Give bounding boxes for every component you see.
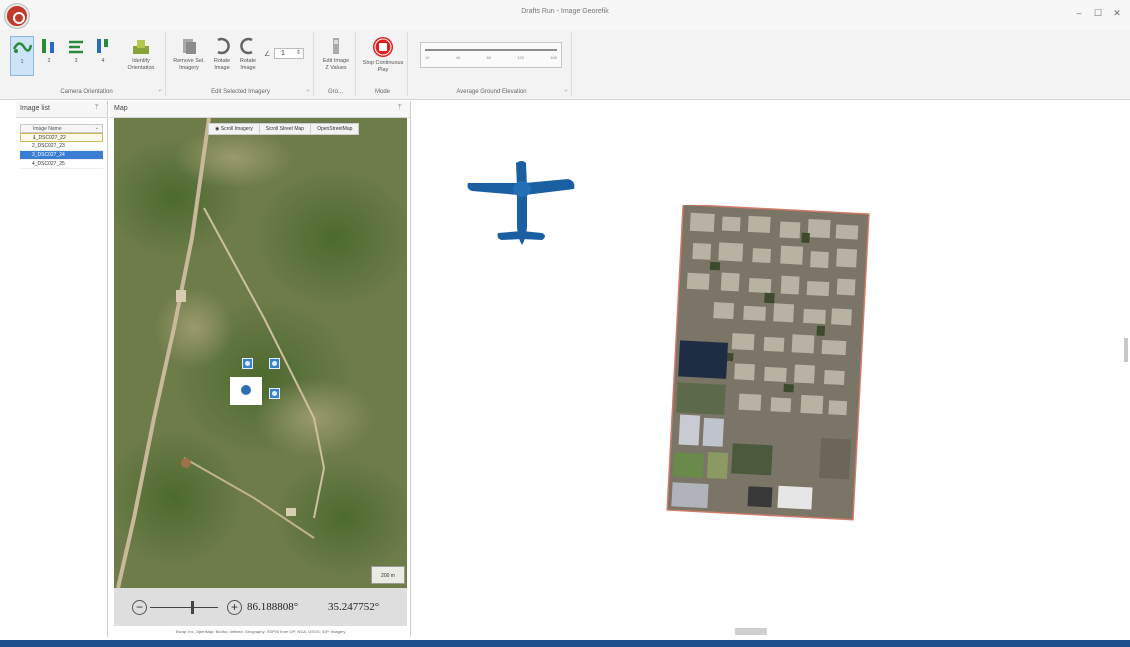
elevation-track[interactable] <box>425 49 557 51</box>
list-item[interactable]: 2_DSC027_23 <box>20 142 103 151</box>
vertical-scrollbar-thumb[interactable] <box>1124 338 1128 362</box>
zoom-in-button[interactable]: + <box>227 600 242 615</box>
group-label-ground: Gro... <box>327 89 343 95</box>
group-label-elevation: Average Ground Elevation <box>456 89 527 95</box>
identify-orientation-icon <box>133 40 149 54</box>
edit-z-values-button[interactable]: Edit Image Z Values <box>318 36 354 72</box>
map-toolbar: ◉ Scroll Imagery Scroll Street Map OpenS… <box>208 123 360 135</box>
stop-continuous-play-button[interactable]: Stop Continuous Play <box>360 36 406 74</box>
rotate-right-icon <box>240 37 253 55</box>
group-launcher-icon[interactable]: ⌐ <box>158 88 162 94</box>
orientation-1-icon <box>12 42 32 53</box>
edit-z-values-icon <box>333 38 339 54</box>
zoom-slider[interactable] <box>150 607 218 608</box>
group-camera-orientation: 1 2 3 4 Identify Orientation Camera Orie… <box>8 32 166 96</box>
orientation-4-button[interactable]: 4 <box>91 36 115 65</box>
map-title: Map <box>114 105 128 112</box>
remove-imagery-button[interactable]: Remove Sel. Imagery <box>170 36 208 72</box>
image-name-column-header[interactable]: Image Name ⌄ <box>20 124 103 133</box>
zoom-out-button[interactable]: − <box>132 600 147 615</box>
list-item[interactable]: › 1_DSC027_22 <box>20 133 103 142</box>
list-item[interactable]: 3_DSC027_24 <box>20 151 103 160</box>
group-launcher-icon[interactable]: ⌐ <box>306 88 310 94</box>
minimize-button[interactable]: – <box>1072 6 1086 20</box>
map-header: Map ᛘ <box>110 101 410 118</box>
map-panel: Map ᛘ ◉ Scroll Imagery Scroll Street Map… <box>110 101 411 637</box>
camera-marker-icon[interactable] <box>269 358 280 369</box>
pin-icon[interactable]: ᛘ <box>95 104 99 111</box>
group-label-camera-orientation: Camera Orientation <box>60 89 113 95</box>
openstreetmap-button[interactable]: OpenStreetMap <box>311 124 358 134</box>
image-3d-view[interactable] <box>412 101 1130 637</box>
rotate-right-button[interactable]: Rotate Image <box>236 36 260 72</box>
group-label-edit-imagery: Edit Selected Imagery <box>211 89 270 95</box>
title-bar: Drafts Run - Image Georefik – ☐ ✕ <box>0 0 1130 30</box>
latitude-readout: 35.247752° <box>328 601 380 613</box>
scroll-street-map-button[interactable]: Scroll Street Map <box>260 124 312 134</box>
image-list-panel: Image list ᛘ Image Name ⌄ › 1_DSC027_22 2… <box>16 101 108 637</box>
window-title: Drafts Run - Image Georefik <box>521 8 609 15</box>
pin-icon[interactable]: ᛘ <box>398 104 402 111</box>
orientation-3-icon <box>69 40 83 54</box>
map-attribution: Esrap: Inc, OpenMap: Bodhu; defined: Geo… <box>175 629 346 634</box>
group-ground: Edit Image Z Values Gro... <box>316 32 356 96</box>
current-camera-marker-icon[interactable] <box>230 377 262 405</box>
group-edit-imagery: Remove Sel. Imagery Rotate Image Rotate … <box>168 32 314 96</box>
stop-icon <box>373 37 393 57</box>
orientation-2-icon <box>42 39 54 53</box>
longitude-readout: 86.188808° <box>247 601 299 613</box>
group-mode: Stop Continuous Play Mode <box>358 32 408 96</box>
rotate-left-button[interactable]: Rotate Image <box>210 36 234 72</box>
satellite-map[interactable]: ◉ Scroll Imagery Scroll Street Map OpenS… <box>114 118 407 588</box>
orientation-3-button[interactable]: 3 <box>64 36 88 65</box>
elevation-ticks: 10 40 80 120 160 <box>425 55 557 60</box>
horizontal-scrollbar-thumb[interactable] <box>735 628 767 635</box>
rotation-stepper[interactable]: 1 ⇕ <box>274 48 304 59</box>
aerial-photo[interactable] <box>665 205 870 521</box>
orientation-4-icon <box>97 39 108 53</box>
image-list: › 1_DSC027_22 2_DSC027_23 3_DSC027_24 4_D… <box>16 133 107 169</box>
angle-icon: ∠ <box>264 51 271 58</box>
group-elevation: 10 40 80 120 160 Average Ground Elevatio… <box>412 32 572 96</box>
scroll-imagery-radio[interactable]: ◉ Scroll Imagery <box>209 124 260 134</box>
elevation-slider[interactable]: 10 40 80 120 160 <box>420 42 562 68</box>
group-launcher-icon[interactable]: ⌐ <box>564 88 568 94</box>
airplane-icon[interactable] <box>464 159 582 255</box>
camera-marker-icon[interactable] <box>269 388 280 399</box>
sort-chevron-icon[interactable]: ⌄ <box>95 125 99 131</box>
zoom-slider-thumb[interactable] <box>191 601 195 614</box>
stepper-arrows-icon[interactable]: ⇕ <box>296 49 301 56</box>
close-button[interactable]: ✕ <box>1110 6 1124 20</box>
image-list-header: Image list ᛘ <box>16 101 107 118</box>
group-label-mode: Mode <box>374 89 390 95</box>
list-item[interactable]: 4_DSC027_25 <box>20 160 103 169</box>
map-statusbar: − + 86.188808° 35.247752° <box>114 588 407 626</box>
orientation-2-button[interactable]: 2 <box>37 36 61 65</box>
rotate-left-icon <box>217 37 230 55</box>
image-list-title: Image list <box>20 105 50 112</box>
maximize-button[interactable]: ☐ <box>1091 6 1105 20</box>
identify-orientation-button[interactable]: Identify Orientation <box>122 36 160 72</box>
status-bar <box>0 640 1130 647</box>
scale-indicator: 200 m <box>371 566 405 584</box>
app-window: Drafts Run - Image Georefik – ☐ ✕ 1 2 3 … <box>0 0 1130 647</box>
satellite-imagery <box>114 118 407 588</box>
ribbon: 1 2 3 4 Identify Orientation Camera Orie… <box>0 30 1130 100</box>
remove-imagery-icon <box>183 39 196 54</box>
orientation-1-button[interactable]: 1 <box>10 36 34 76</box>
camera-marker-icon[interactable] <box>242 358 253 369</box>
